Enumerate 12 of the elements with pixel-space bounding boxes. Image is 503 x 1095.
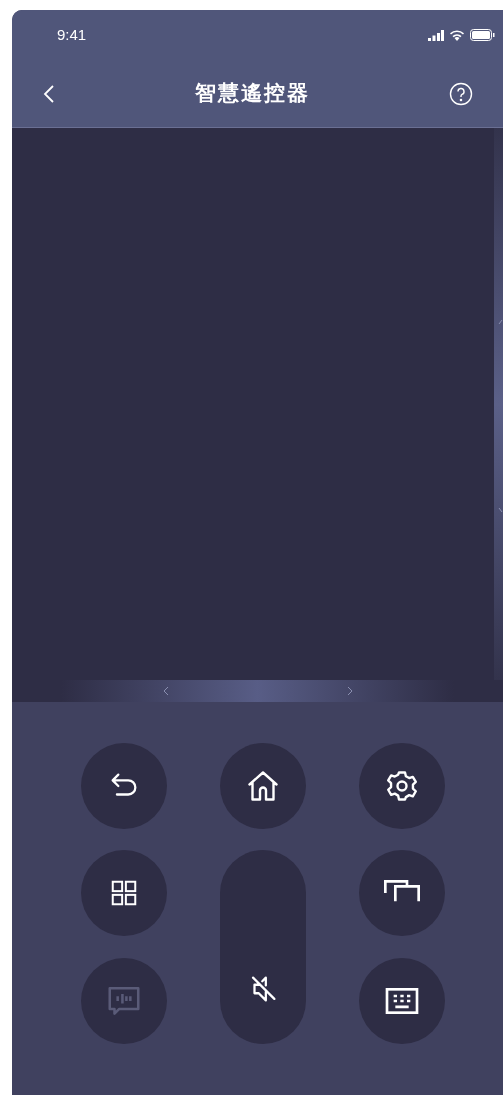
page-title: 智慧遙控器 [195,79,310,107]
battery-icon [470,29,495,41]
status-time: 9:41 [57,24,87,45]
help-icon[interactable] [449,81,473,106]
chevron-left-icon[interactable] [162,686,169,696]
settings-icon [384,768,420,804]
back-icon[interactable] [42,83,56,104]
signal-icon [428,29,444,41]
grid-icon [109,878,139,908]
home-icon [245,768,281,804]
wifi-icon [449,29,465,41]
chevron-right-icon[interactable] [346,686,353,696]
